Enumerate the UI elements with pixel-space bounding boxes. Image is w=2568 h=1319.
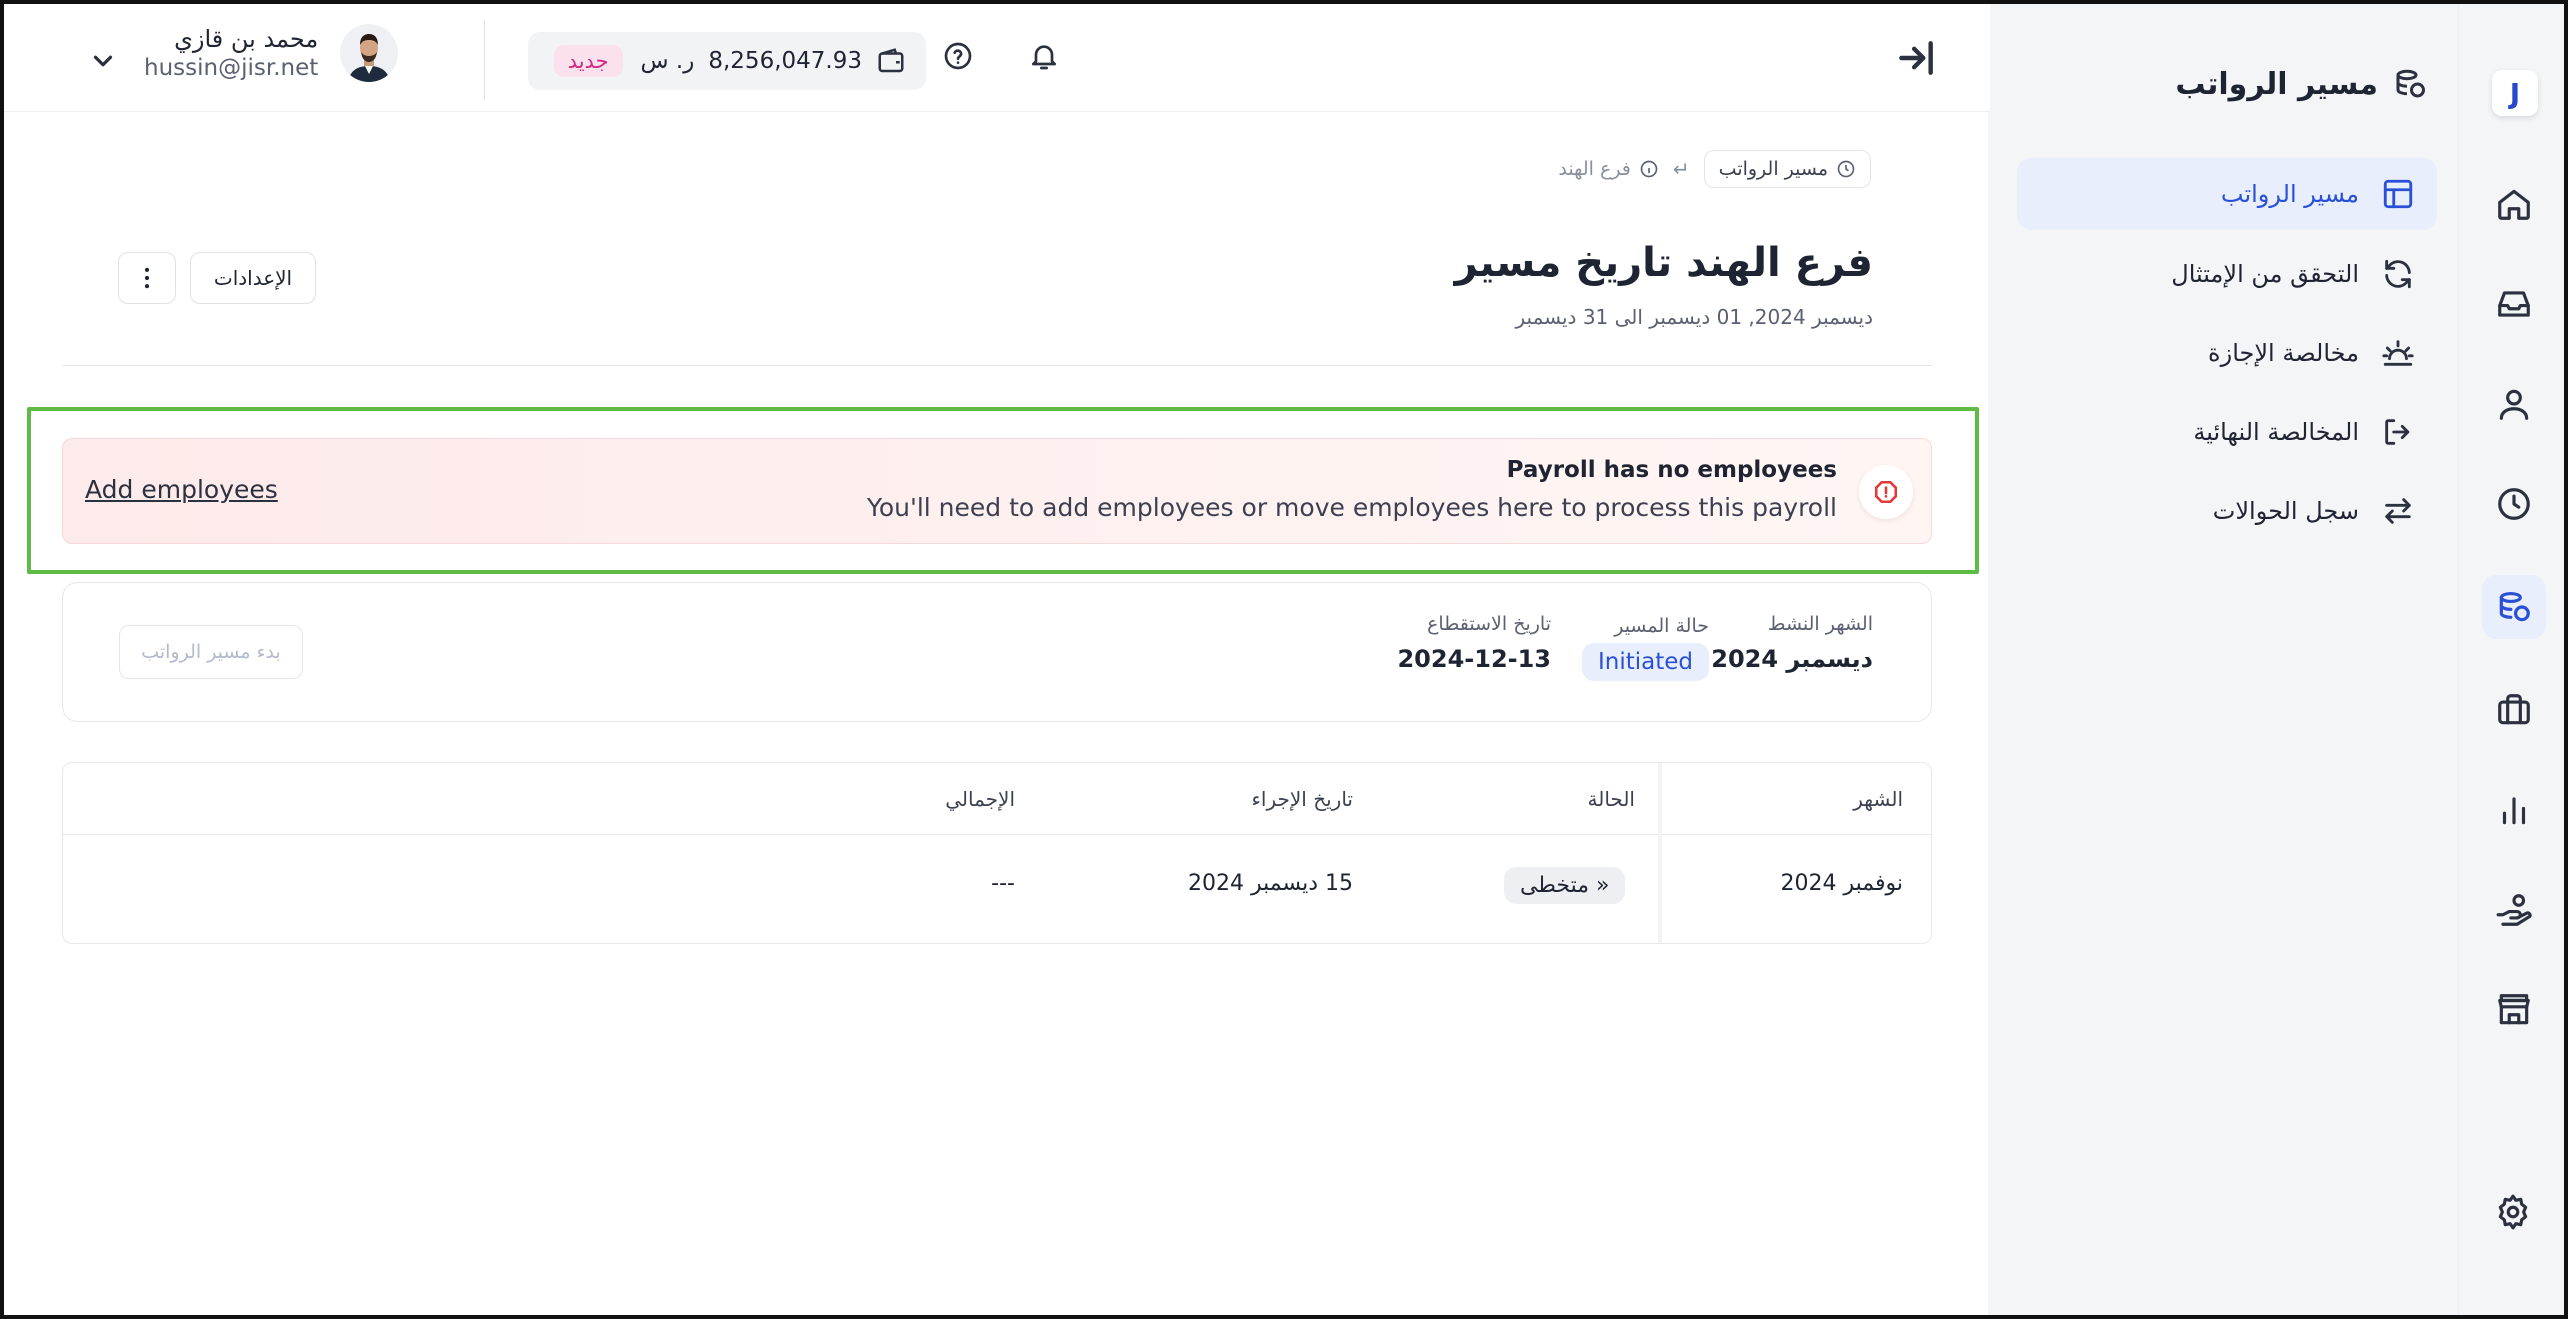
row-status-badge: « متخطى bbox=[1504, 867, 1626, 904]
alert-title: Payroll has no employees bbox=[1506, 457, 1837, 483]
more-options-icon[interactable] bbox=[118, 252, 176, 304]
deduction-date-label: تاريخ الاستقطاع bbox=[1427, 613, 1551, 635]
sidebar-item-payroll[interactable]: مسير الرواتب bbox=[2017, 158, 2437, 230]
payroll-status-field: حالة المسير Initiated bbox=[1581, 615, 1709, 681]
sunset-icon bbox=[2382, 340, 2414, 366]
sidebar-item-label: المخالصة النهائية bbox=[2193, 418, 2359, 446]
page-subtitle: ديسمبر 2024, 01 ديسمبر الى 31 ديسمبر bbox=[1515, 305, 1874, 329]
user-name: محمد بن قازي bbox=[174, 25, 319, 53]
user-menu[interactable]: محمد بن قازي hussin@jisr.net bbox=[144, 24, 399, 82]
sidebar-item-transfer-log[interactable]: سجل الحوالات bbox=[2017, 475, 2437, 547]
store-icon[interactable] bbox=[2482, 978, 2546, 1042]
inbox-icon[interactable] bbox=[2482, 272, 2546, 336]
add-employees-link[interactable]: Add employees bbox=[85, 475, 278, 504]
breadcrumb-parent[interactable]: فرع الهند bbox=[1558, 158, 1658, 180]
user-icon[interactable] bbox=[2482, 372, 2546, 436]
breadcrumb-separator-icon: ↵ bbox=[1672, 157, 1690, 181]
sidebar-item-final-settlement[interactable]: المخالصة النهائية bbox=[2017, 396, 2437, 468]
user-email: hussin@jisr.net bbox=[144, 55, 319, 81]
transfer-arrows-icon bbox=[2385, 498, 2411, 524]
header-divider bbox=[62, 365, 1932, 366]
top-bar: 8,256,047.93 ر. س جديد محمد بن قازي huss… bbox=[4, 4, 1990, 112]
bar-chart-icon[interactable] bbox=[2482, 778, 2546, 842]
collapse-sidebar-icon[interactable] bbox=[1894, 36, 1944, 86]
page-title: فرع الهند تاريخ مسير bbox=[1454, 240, 1873, 286]
breadcrumb: مسير الرواتب ↵ فرع الهند bbox=[1558, 150, 1871, 188]
currency-label: ر. س bbox=[640, 48, 695, 74]
breadcrumb-current-label: مسير الرواتب bbox=[1718, 158, 1828, 180]
active-month-field: الشهر النشط ديسمبر 2024 bbox=[1711, 613, 1873, 673]
settings-icon[interactable] bbox=[2481, 1180, 2545, 1244]
sidebar-item-leave-settlement[interactable]: مخالصة الإجازة bbox=[2017, 317, 2437, 389]
settings-button[interactable]: الإعدادات bbox=[190, 252, 316, 304]
coins-icon bbox=[2396, 69, 2425, 98]
active-month-label: الشهر النشط bbox=[1767, 613, 1873, 635]
sidebar-item-label: مسير الرواتب bbox=[2220, 180, 2359, 208]
breadcrumb-current[interactable]: مسير الرواتب bbox=[1703, 150, 1871, 188]
app-logo[interactable]: J bbox=[2492, 70, 2538, 116]
column-header-total: الإجمالي bbox=[945, 787, 1015, 811]
column-header-month: الشهر bbox=[1853, 787, 1903, 811]
sidebar-item-compliance[interactable]: التحقق من الإمتثال bbox=[2017, 238, 2437, 310]
bell-icon[interactable] bbox=[1028, 40, 1068, 80]
table-icon bbox=[2383, 179, 2413, 209]
clock-icon[interactable] bbox=[2482, 472, 2546, 536]
hand-coin-icon[interactable] bbox=[2482, 878, 2546, 942]
help-icon[interactable] bbox=[942, 40, 982, 80]
sidebar-title: مسير الرواتب bbox=[2175, 66, 2428, 102]
no-employees-alert: Payroll has no employees You'll need to … bbox=[62, 438, 1932, 544]
status-badge: Initiated bbox=[1581, 643, 1709, 681]
coins-icon[interactable] bbox=[2482, 575, 2546, 639]
column-header-date: تاريخ الإجراء bbox=[1251, 787, 1353, 811]
deduction-date-value: 2024-12-13 bbox=[1397, 645, 1551, 673]
sidebar-title-text: مسير الرواتب bbox=[2175, 66, 2378, 102]
avatar bbox=[340, 24, 399, 82]
clock-icon bbox=[1837, 160, 1855, 178]
payroll-status-label: حالة المسير bbox=[1614, 615, 1709, 637]
row-total: --- bbox=[991, 871, 1015, 896]
wallet-icon bbox=[878, 48, 904, 73]
icon-rail: J bbox=[2458, 0, 2568, 1319]
refresh-icon bbox=[2385, 259, 2411, 289]
wallet-balance[interactable]: 8,256,047.93 ر. س جديد bbox=[528, 32, 926, 90]
sidebar-item-label: سجل الحوالات bbox=[2212, 497, 2359, 525]
briefcase-icon[interactable] bbox=[2482, 678, 2546, 742]
info-icon bbox=[1640, 160, 1658, 178]
payroll-history-table: الشهر الحالة تاريخ الإجراء الإجمالي نوفم… bbox=[62, 762, 1932, 944]
sidebar-item-label: مخالصة الإجازة bbox=[2208, 339, 2359, 367]
topbar-divider bbox=[484, 20, 485, 100]
row-month: نوفمبر 2024 bbox=[1780, 871, 1904, 896]
alert-octagon-icon bbox=[1859, 465, 1913, 519]
home-icon[interactable] bbox=[2482, 172, 2546, 236]
chevron-down-icon[interactable] bbox=[88, 46, 118, 80]
alert-description: You'll need to add employees or move emp… bbox=[866, 493, 1837, 522]
new-badge: جديد bbox=[553, 45, 623, 77]
start-payroll-button[interactable]: بدء مسير الرواتب bbox=[119, 625, 303, 679]
column-separator bbox=[1658, 763, 1662, 943]
payroll-status-card: الشهر النشط ديسمبر 2024 حالة المسير Init… bbox=[62, 582, 1932, 722]
breadcrumb-parent-label: فرع الهند bbox=[1558, 158, 1631, 180]
table-header-row: الشهر الحالة تاريخ الإجراء الإجمالي bbox=[63, 763, 1931, 835]
deduction-date-field: تاريخ الاستقطاع 2024-12-13 bbox=[1397, 613, 1551, 673]
active-month-value: ديسمبر 2024 bbox=[1711, 645, 1873, 673]
row-date: 15 ديسمبر 2024 bbox=[1187, 871, 1353, 896]
sidebar-item-label: التحقق من الإمتثال bbox=[2171, 260, 2359, 288]
logout-icon bbox=[2385, 419, 2410, 445]
payroll-sidebar: مسير الرواتب مسير الرواتب التحقق من الإم… bbox=[1988, 0, 2458, 1319]
column-header-status: الحالة bbox=[1587, 787, 1635, 811]
balance-amount: 8,256,047.93 bbox=[708, 48, 862, 74]
